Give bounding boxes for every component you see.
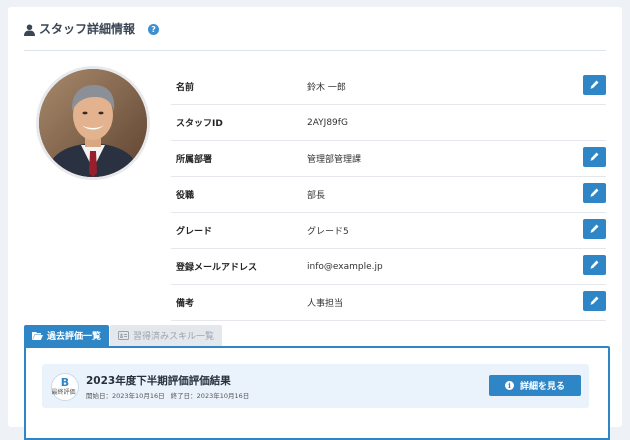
pencil-icon xyxy=(590,188,599,197)
edit-notes-button[interactable] xyxy=(583,290,606,311)
user-icon xyxy=(24,24,35,36)
edit-grade-button[interactable] xyxy=(583,218,606,239)
table-row: 役職 部長 xyxy=(171,177,606,213)
field-value: 人事担当 xyxy=(307,299,344,309)
field-value: info@example.jp xyxy=(307,261,383,272)
field-label: 役職 xyxy=(176,191,195,201)
edit-position-button[interactable] xyxy=(583,182,606,203)
pencil-icon xyxy=(590,260,599,269)
tab-label: 過去評価一覧 xyxy=(47,332,102,342)
page-title: スタッフ詳細情報 xyxy=(39,22,136,36)
field-value: 管理部管理課 xyxy=(307,155,362,165)
tab-past-evaluations[interactable]: 過去評価一覧 xyxy=(24,325,110,346)
view-details-label: 詳細を見る xyxy=(519,382,565,392)
tab-acquired-skills[interactable]: 習得済みスキル一覧 xyxy=(110,325,223,346)
help-icon[interactable]: ? xyxy=(148,24,160,35)
evaluation-dates: 開始日：2023年10月16日 終了日：2023年10月16日 xyxy=(86,390,253,400)
grade-letter: B xyxy=(60,376,70,389)
staff-info-table: 名前 鈴木 一郎 スタッフID 2AYJ89fG 所属部署 管理部管理課 役職 … xyxy=(171,69,606,321)
tab-bar: 過去評価一覧 習得済みスキル一覧 xyxy=(24,325,223,346)
start-date: 開始日：2023年10月16日 xyxy=(86,392,165,400)
pencil-icon xyxy=(590,80,599,89)
table-row: グレード グレード5 xyxy=(171,213,606,249)
field-label: グレード xyxy=(176,227,213,237)
staff-detail-card: スタッフ詳細情報 ? 名前 鈴木 一郎 スタッフID 2AYJ89fG 所属部署… xyxy=(8,7,622,440)
field-label: 名前 xyxy=(176,83,195,93)
view-details-button[interactable]: i 詳細を見る xyxy=(489,375,581,396)
field-value: 部長 xyxy=(307,191,326,201)
grade-caption: 最終評価 xyxy=(51,389,76,396)
field-label: 備考 xyxy=(176,299,195,309)
id-card-icon xyxy=(118,331,130,340)
edit-department-button[interactable] xyxy=(583,146,606,167)
field-label: 所属部署 xyxy=(176,155,213,165)
field-label: 登録メールアドレス xyxy=(176,263,258,273)
tab-label: 習得済みスキル一覧 xyxy=(133,332,215,342)
avatar-photo xyxy=(39,69,147,177)
evaluation-title: 2023年度下半期評価評価結果 xyxy=(86,375,231,387)
card-header: スタッフ詳細情報 ? xyxy=(24,21,606,51)
pencil-icon xyxy=(590,224,599,233)
grade-badge: B 最終評価 xyxy=(51,373,79,401)
table-row: 名前 鈴木 一郎 xyxy=(171,69,606,105)
info-icon: i xyxy=(504,381,514,390)
field-value: 2AYJ89fG xyxy=(307,117,348,128)
pencil-icon xyxy=(590,152,599,161)
edit-name-button[interactable] xyxy=(583,74,606,95)
end-date: 終了日：2023年10月16日 xyxy=(170,392,250,400)
past-evaluations-panel: B 最終評価 2023年度下半期評価評価結果 開始日：2023年10月16日 終… xyxy=(24,346,610,440)
field-value: 鈴木 一郎 xyxy=(307,83,346,93)
field-value: グレード5 xyxy=(307,227,349,237)
table-row: 登録メールアドレス info@example.jp xyxy=(171,249,606,285)
table-row: スタッフID 2AYJ89fG xyxy=(171,105,606,141)
pencil-icon xyxy=(590,296,599,305)
field-label: スタッフID xyxy=(176,119,223,129)
edit-email-button[interactable] xyxy=(583,254,606,275)
evaluation-item: B 最終評価 2023年度下半期評価評価結果 開始日：2023年10月16日 終… xyxy=(42,364,589,408)
table-row: 所属部署 管理部管理課 xyxy=(171,141,606,177)
avatar xyxy=(36,66,150,180)
table-row: 備考 人事担当 xyxy=(171,285,606,321)
folder-open-icon xyxy=(32,332,43,340)
